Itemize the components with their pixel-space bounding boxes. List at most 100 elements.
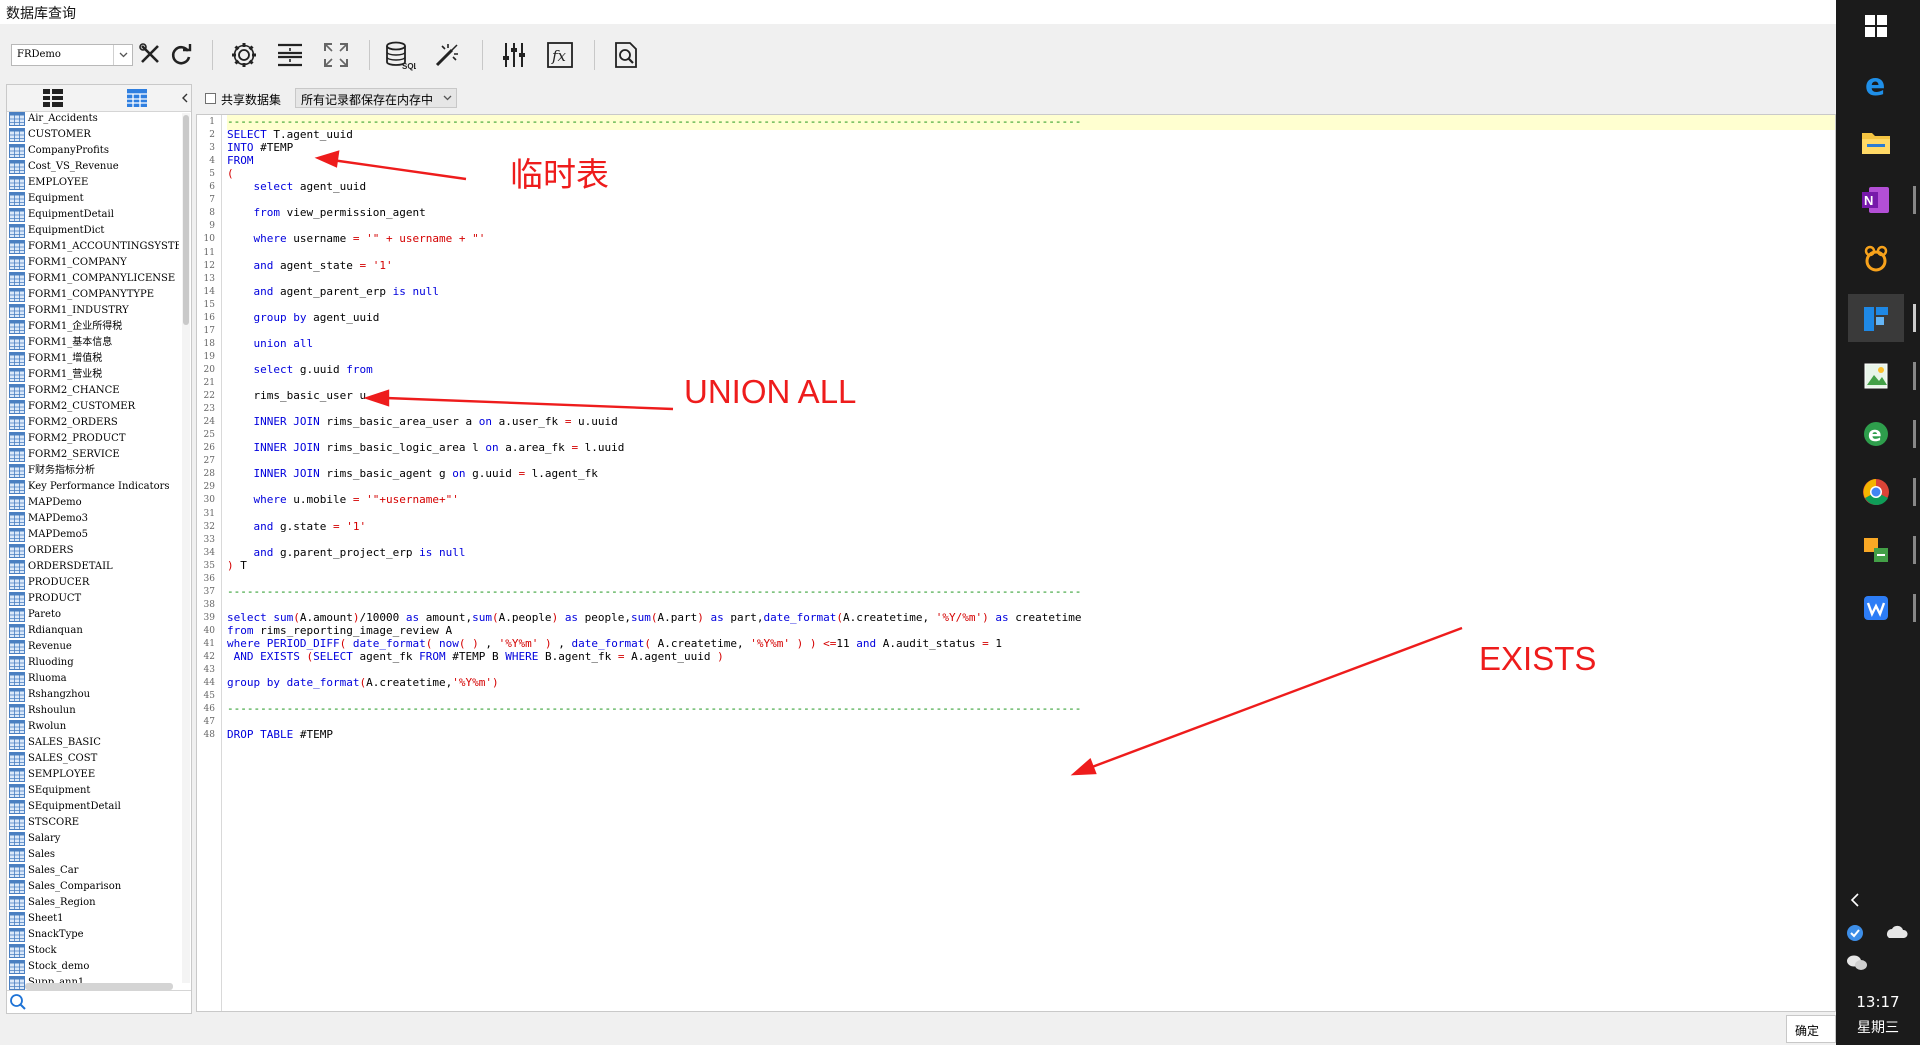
browser-icon: e <box>1864 422 1888 446</box>
table-list-item[interactable]: FORM1_企业所得税 <box>7 319 179 335</box>
table-list-item[interactable]: MAPDemo3 <box>7 511 179 527</box>
show-hidden-icons-button[interactable] <box>1836 890 1920 910</box>
table-list-item[interactable]: Rshoulun <box>7 703 179 719</box>
table-list-item[interactable]: PRODUCER <box>7 575 179 591</box>
table-list-item[interactable]: Equipment <box>7 191 179 207</box>
table-list-item[interactable]: Stock_demo <box>7 959 179 975</box>
table-list-item[interactable]: FORM1_基本信息 <box>7 335 179 351</box>
table-list-item[interactable]: MAPDemo <box>7 495 179 511</box>
clock-day[interactable]: 星期三 <box>1836 1017 1920 1037</box>
tab-list-view[interactable] <box>41 87 65 109</box>
tray-wechat[interactable] <box>1846 954 1868 974</box>
taskbar-chrome[interactable] <box>1848 468 1916 516</box>
table-list-item[interactable]: SALES_BASIC <box>7 735 179 751</box>
table-list-item[interactable]: FORM1_ACCOUNTINGSYSTEM <box>7 239 179 255</box>
sql-editor[interactable]: 1 2 3 4 5 6 7 8 9 10 11 12 13 14 15 16 17 18 19 20 21 22 23 24 2… <box>196 114 1836 1012</box>
datasource-select[interactable]: FRDemo <box>11 44 133 66</box>
table-list-item[interactable]: Air_Accidents <box>7 111 179 127</box>
edit-datasource-button[interactable] <box>135 38 167 72</box>
layout-button[interactable] <box>273 38 307 72</box>
table-list-item[interactable]: FORM2_PRODUCT <box>7 431 179 447</box>
table-list-item[interactable]: F财务指标分析 <box>7 463 179 479</box>
memory-mode-select[interactable]: 所有记录都保存在内存中 <box>295 88 457 108</box>
taskbar-wps[interactable] <box>1848 584 1916 632</box>
table-list-item[interactable]: FORM1_COMPANYLICENSE <box>7 271 179 287</box>
table-list-item[interactable]: MAPDemo5 <box>7 527 179 543</box>
table-list-item[interactable]: SnackType <box>7 927 179 943</box>
table-list-item[interactable]: FORM1_INDUSTRY <box>7 303 179 319</box>
table-list-item[interactable]: EquipmentDetail <box>7 207 179 223</box>
taskbar-onenote[interactable]: N <box>1848 176 1916 224</box>
table-list-item[interactable]: ORDERS <box>7 543 179 559</box>
table-list-item[interactable]: EquipmentDict <box>7 223 179 239</box>
table-list-item[interactable]: SEMPLOYEE <box>7 767 179 783</box>
sidebar-scrollbar[interactable] <box>182 113 190 983</box>
share-dataset-checkbox[interactable] <box>205 93 216 104</box>
table-list-item[interactable]: Rwolun <box>7 719 179 735</box>
table-icon <box>9 368 25 382</box>
table-list-item[interactable]: Rluoma <box>7 671 179 687</box>
table-list-item[interactable]: Sales_Car <box>7 863 179 879</box>
preview-button[interactable] <box>609 38 643 72</box>
tray-onedrive[interactable] <box>1884 924 1908 944</box>
tab-table-view[interactable] <box>125 87 149 109</box>
expand-button[interactable] <box>319 38 353 72</box>
collapse-sidebar-button[interactable] <box>179 87 191 109</box>
toolbar: FRDemo SQL <box>0 24 1836 86</box>
table-list-item[interactable]: FORM2_CUSTOMER <box>7 399 179 415</box>
table-list-item[interactable]: FORM1_COMPANY <box>7 255 179 271</box>
taskbar-finereport[interactable] <box>1848 294 1916 342</box>
settings-button[interactable] <box>227 38 261 72</box>
table-list-item[interactable]: FORM1_COMPANYTYPE <box>7 287 179 303</box>
table-list-item[interactable]: Salary <box>7 831 179 847</box>
table-list-item[interactable]: SALES_COST <box>7 751 179 767</box>
sql-button[interactable]: SQL <box>383 38 417 72</box>
ok-button[interactable]: 确定 <box>1786 1015 1836 1043</box>
table-icon <box>9 864 25 878</box>
table-list-item[interactable]: FORM2_SERVICE <box>7 447 179 463</box>
taskbar-remote-tool[interactable] <box>1848 526 1916 574</box>
table-list-item[interactable]: STSCORE <box>7 815 179 831</box>
table-list-item[interactable]: Sheet1 <box>7 911 179 927</box>
taskbar-windows-start[interactable] <box>1848 2 1904 50</box>
table-list-item[interactable]: Rluoding <box>7 655 179 671</box>
taskbar-notepad-image[interactable] <box>1848 352 1916 400</box>
table-list-item[interactable]: Key Performance Indicators <box>7 479 179 495</box>
table-list-item[interactable]: ORDERSDETAIL <box>7 559 179 575</box>
table-list-item[interactable]: CompanyProfits <box>7 143 179 159</box>
table-list-item[interactable]: FORM2_CHANCE <box>7 383 179 399</box>
table-list-item[interactable]: Sales <box>7 847 179 863</box>
table-list-item[interactable]: SEquipment <box>7 783 179 799</box>
tray-shield[interactable] <box>1846 924 1866 944</box>
table-list-item[interactable]: Rshangzhou <box>7 687 179 703</box>
taskbar-baidu-netdisk[interactable] <box>1848 234 1904 282</box>
windows-taskbar: e N e 13:17 星期三 <box>1836 0 1920 1045</box>
taskbar-edge[interactable]: e <box>1848 60 1904 108</box>
taskbar-file-explorer[interactable] <box>1848 118 1904 166</box>
table-list-item[interactable]: Sales_Region <box>7 895 179 911</box>
table-list-item[interactable]: Rdianquan <box>7 623 179 639</box>
table-list-item[interactable]: Stock <box>7 943 179 959</box>
table-list-item[interactable]: FORM1_营业税 <box>7 367 179 383</box>
table-search[interactable] <box>7 990 191 1013</box>
table-list-item[interactable]: Revenue <box>7 639 179 655</box>
sidebar-horizontal-scrollbar[interactable] <box>25 983 173 990</box>
parameters-button[interactable] <box>497 38 531 72</box>
table-list-item[interactable]: FORM2_ORDERS <box>7 415 179 431</box>
table-list-item[interactable]: Pareto <box>7 607 179 623</box>
scrollbar-thumb[interactable] <box>183 115 189 325</box>
table-list-item[interactable]: PRODUCT <box>7 591 179 607</box>
refresh-button[interactable] <box>165 38 197 72</box>
taskbar-ie-browser[interactable]: e <box>1848 410 1916 458</box>
table-list-item[interactable]: SEquipmentDetail <box>7 799 179 815</box>
table-list-item[interactable]: Sales_Comparison <box>7 879 179 895</box>
sql-code[interactable]: ----------------------------------------… <box>197 115 1835 1011</box>
clock-time[interactable]: 13:17 <box>1836 993 1920 1011</box>
table-list-item[interactable]: EMPLOYEE <box>7 175 179 191</box>
formula-button[interactable]: fx <box>543 38 577 72</box>
code-line[interactable]: DROP TABLE #TEMP <box>227 727 1835 743</box>
wizard-button[interactable] <box>430 38 464 72</box>
table-list-item[interactable]: Cost_VS_Revenue <box>7 159 179 175</box>
table-list-item[interactable]: FORM1_增值税 <box>7 351 179 367</box>
table-list-item[interactable]: CUSTOMER <box>7 127 179 143</box>
